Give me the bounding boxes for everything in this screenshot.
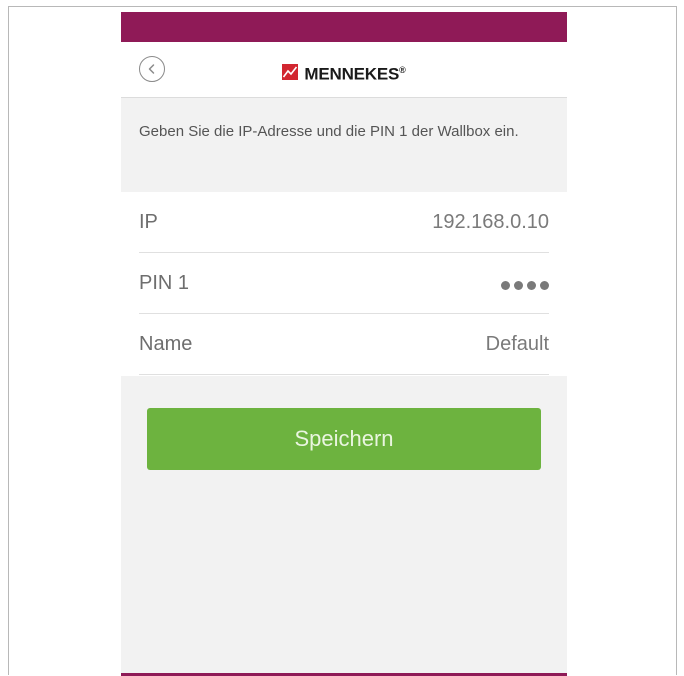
brand-name: MENNEKES® — [304, 64, 406, 84]
instruction-text: Geben Sie die IP-Adresse und die PIN 1 d… — [139, 123, 519, 140]
ip-label: IP — [139, 211, 158, 233]
name-field[interactable]: Default — [486, 333, 549, 356]
form-row-ip[interactable]: IP 192.168.0.10 — [139, 192, 549, 253]
pin-dot — [527, 281, 536, 290]
phone-screen: MENNEKES® Geben Sie die IP-Adresse und d… — [121, 12, 567, 676]
form-row-name[interactable]: Name Default — [139, 314, 549, 375]
pin-dot — [540, 281, 549, 290]
wallbox-form: IP 192.168.0.10 PIN 1 Name Default — [121, 192, 567, 376]
ip-field[interactable]: 192.168.0.10 — [432, 211, 549, 234]
name-label: Name — [139, 333, 193, 355]
pin-dot — [501, 281, 510, 290]
form-row-pin[interactable]: PIN 1 — [139, 253, 549, 314]
app-header: MENNEKES® — [121, 42, 567, 98]
save-button[interactable]: Speichern — [147, 408, 541, 470]
pin-field[interactable] — [497, 277, 549, 290]
status-bar — [121, 12, 567, 42]
mennekes-logo-icon — [282, 64, 299, 81]
pin-label: PIN 1 — [139, 272, 190, 294]
pin-dot — [514, 281, 523, 290]
main-content: Geben Sie die IP-Adresse und die PIN 1 d… — [121, 98, 567, 676]
registered-mark: ® — [399, 65, 406, 75]
brand: MENNEKES® — [121, 58, 567, 84]
